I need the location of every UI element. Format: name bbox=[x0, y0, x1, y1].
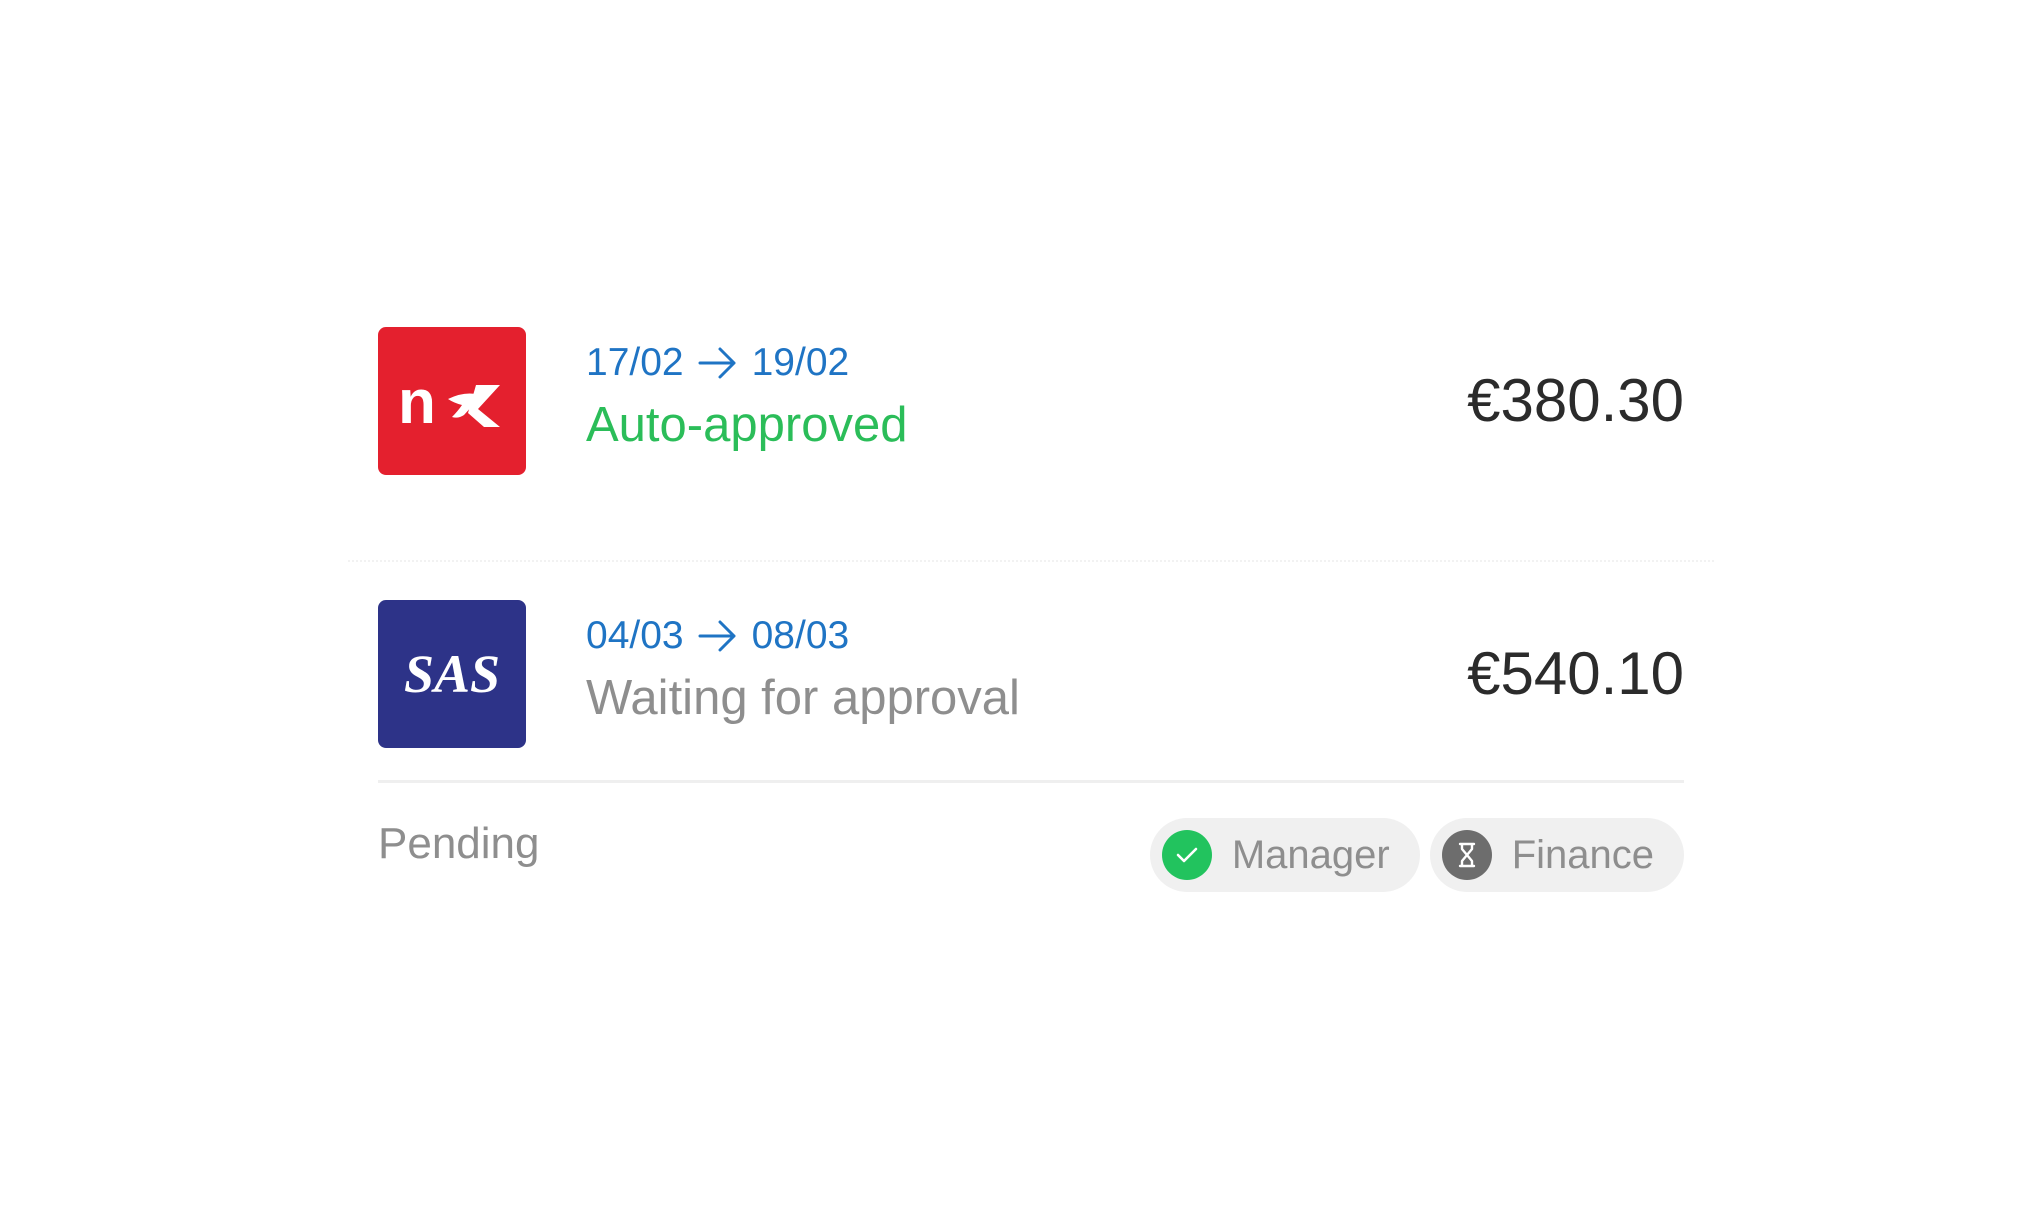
trip-amount: €380.30 bbox=[1467, 367, 1684, 434]
approver-chips: Manager Finance bbox=[1149, 818, 1684, 892]
approver-chip-manager[interactable]: Manager bbox=[1149, 818, 1420, 892]
approval-state-label: Pending bbox=[378, 819, 540, 868]
airline-logo-norwegian: n bbox=[378, 327, 526, 475]
approval-status: Waiting for approval bbox=[586, 671, 1020, 725]
trip-dates: 04/03 08/03 bbox=[586, 612, 849, 660]
end-date: 19/02 bbox=[751, 341, 850, 384]
start-date: 04/03 bbox=[586, 614, 684, 657]
svg-text:SAS: SAS bbox=[404, 644, 500, 704]
check-icon bbox=[1161, 830, 1212, 880]
approver-label: Manager bbox=[1231, 832, 1390, 877]
approval-status: Auto-approved bbox=[586, 398, 908, 452]
approver-label: Finance bbox=[1511, 832, 1654, 877]
approval-divider bbox=[378, 780, 1684, 783]
row-divider bbox=[348, 560, 1714, 562]
trip-amount: €540.10 bbox=[1467, 640, 1684, 707]
svg-text:n: n bbox=[398, 368, 436, 437]
trip-dates: 17/02 19/02 bbox=[586, 339, 849, 387]
trip-row[interactable]: n 17/02 19/02 Auto-approved €380.30 bbox=[378, 327, 1684, 475]
hourglass-icon bbox=[1441, 830, 1492, 880]
trip-row[interactable]: SAS 04/03 08/03 Waiting for approval €54… bbox=[378, 600, 1684, 748]
airline-logo-sas: SAS bbox=[378, 600, 526, 748]
arrow-right-icon bbox=[698, 346, 738, 380]
arrow-right-icon bbox=[698, 619, 738, 653]
start-date: 17/02 bbox=[586, 341, 684, 384]
end-date: 08/03 bbox=[751, 614, 850, 657]
approver-chip-finance[interactable]: Finance bbox=[1429, 818, 1684, 892]
